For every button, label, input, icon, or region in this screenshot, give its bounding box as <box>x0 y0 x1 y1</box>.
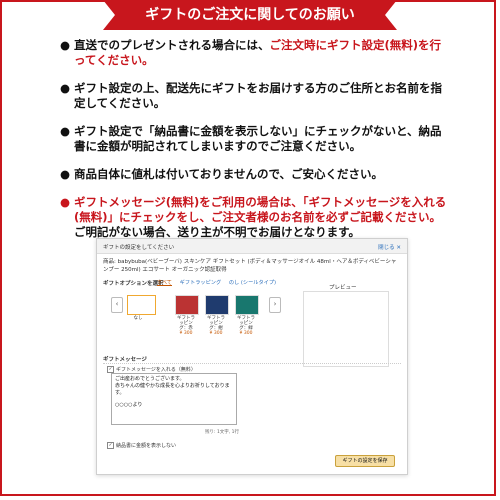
wrap-thumbnail <box>127 295 156 315</box>
preview-label: プレビュー <box>329 285 357 291</box>
wrap-price: ¥ 300 <box>239 331 253 336</box>
bullet-icon: ● <box>60 81 71 95</box>
note-item: ● ギフト設定の上、配送先にギフトをお届けする方のご住所とお名前を指定してください… <box>60 81 450 111</box>
notes-list: ● 直送でのプレゼントされる場合には、ご注文時にギフト設定(無料)を行ってください… <box>60 38 450 253</box>
char-counter: 残り: 1文字, 1行 <box>205 430 240 435</box>
note-text: ギフト設定の上、配送先にギフトをお届けする方のご住所とお名前を指定してください。 <box>74 81 442 110</box>
wrap-name: ギフトラッピング：赤 <box>177 316 195 331</box>
note-text-highlight: ギフトメッセージ(無料)をご利用の場合は、「ギフトメッセージを入れる(無料)」に… <box>74 195 447 224</box>
message-signature: ○○○○より <box>115 402 143 408</box>
message-checkbox[interactable]: ✓ <box>107 366 114 373</box>
gift-message-textarea[interactable]: ご出産おめでとうございます。 赤ちゃんの健やかな成長を心よりお祈りしております。… <box>111 373 237 425</box>
divider <box>103 363 401 364</box>
note-item: ● ギフト設定で「納品書に金額を表示しない」にチェックがないと、納品書に金額が明記… <box>60 124 450 154</box>
wrap-option-navy[interactable]: ギフトラッピング：紺 ¥ 300 <box>205 295 229 336</box>
wrap-name: ギフトラッピング：緑 <box>237 316 255 331</box>
wrap-price: ¥ 300 <box>209 331 223 336</box>
dialog-title: ギフトの設定をしてください <box>103 245 175 251</box>
wrap-name: なし <box>133 316 143 321</box>
bullet-icon: ● <box>60 38 71 52</box>
tab-all[interactable]: すべて <box>157 280 172 286</box>
gift-option-tabs: すべて ギフトラッピング のし (シールタイプ) <box>157 279 282 286</box>
invoice-checkbox-label: 納品書に金額を表示しない <box>116 443 177 449</box>
tab-noshi[interactable]: のし (シールタイプ) <box>229 280 276 286</box>
note-text: ギフト設定で「納品書に金額を表示しない」にチェックがないと、納品書に金額が明記さ… <box>74 124 442 153</box>
chevron-left-icon[interactable]: ‹ <box>111 297 123 313</box>
save-gift-settings-button[interactable]: ギフトの設定を保存 <box>335 455 395 467</box>
product-name: 商品: babybuba(ベビーブーバ) スキンケア ギフトセット (ボディ＆マ… <box>103 259 397 273</box>
bullet-icon: ● <box>60 124 71 138</box>
tab-gift-wrapping[interactable]: ギフトラッピング <box>180 280 222 286</box>
close-button[interactable]: 閉じる ✕ <box>378 243 401 251</box>
chevron-right-icon[interactable]: › <box>269 297 281 313</box>
wrap-price: ¥ 300 <box>179 331 193 336</box>
message-line: 赤ちゃんの健やかな成長を心よりお祈りしております。 <box>115 383 230 396</box>
message-checkbox-label: ギフトメッセージを入れる（無料） <box>116 367 196 373</box>
invoice-checkbox[interactable]: ✓ <box>107 442 114 449</box>
gift-box-icon <box>235 295 259 315</box>
note-text: 直送でのプレゼントされる場合には、 <box>74 38 270 52</box>
wrap-option-none[interactable]: なし <box>127 295 156 321</box>
note-text: ご明記がない場合、送り主が不明でお届けとなります。 <box>74 225 361 239</box>
note-item: ● 直送でのプレゼントされる場合には、ご注文時にギフト設定(無料)を行ってください… <box>60 38 450 68</box>
bullet-icon: ● <box>60 195 71 209</box>
preview-box <box>303 291 389 367</box>
bullet-icon: ● <box>60 167 71 181</box>
gift-box-icon <box>205 295 229 315</box>
wrap-option-red[interactable]: ギフトラッピング：赤 ¥ 300 <box>175 295 199 336</box>
note-item: ● 商品自体に値札は付いておりませんので、ご安心ください。 <box>60 167 450 182</box>
note-text: 商品自体に値札は付いておりませんので、ご安心ください。 <box>74 167 384 181</box>
gift-message-heading: ギフトメッセージ <box>103 357 147 363</box>
wrap-name: ギフトラッピング：紺 <box>207 316 225 331</box>
dialog-header: ギフトの設定をしてください 閉じる ✕ <box>97 239 407 254</box>
note-item: ● ギフトメッセージ(無料)をご利用の場合は、「ギフトメッセージを入れる(無料)」… <box>60 195 450 240</box>
gift-options-label: ギフトオプションを選択 <box>103 281 164 287</box>
message-line: ご出産おめでとうございます。 <box>115 376 185 382</box>
gift-settings-dialog: ギフトの設定をしてください 閉じる ✕ 商品: babybuba(ベビーブーバ)… <box>96 238 408 475</box>
wrap-option-green[interactable]: ギフトラッピング：緑 ¥ 300 <box>235 295 259 336</box>
gift-box-icon <box>175 295 199 315</box>
page-banner: ギフトのご注文に関してのお願い <box>103 0 397 30</box>
